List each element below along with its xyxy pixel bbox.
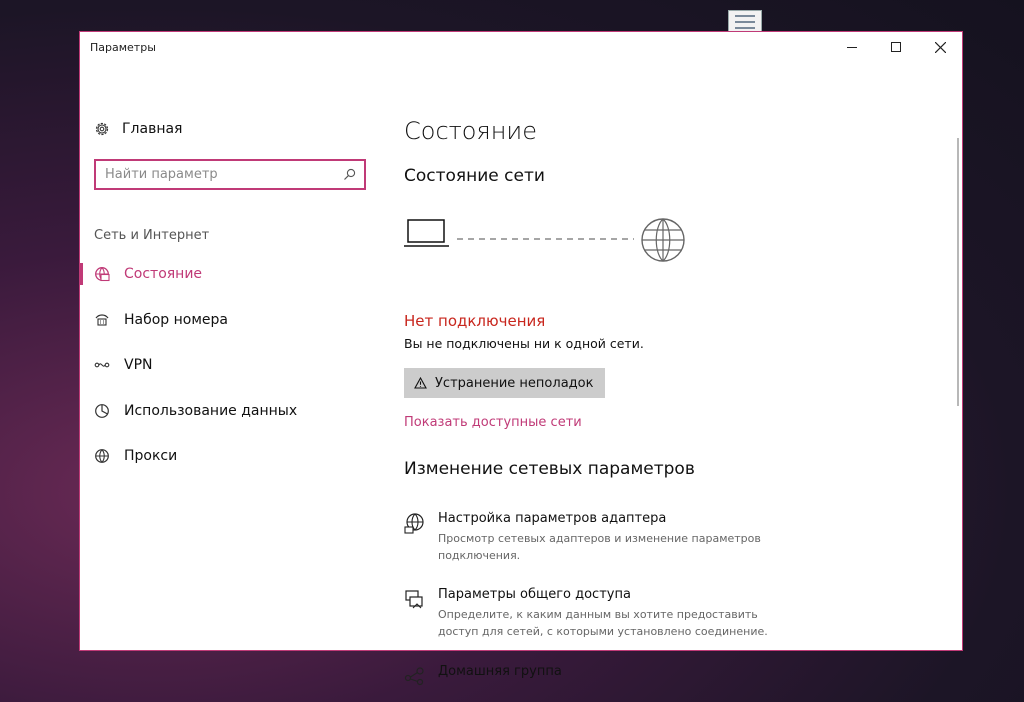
sidebar-item-label: Прокси — [124, 448, 178, 464]
close-icon — [934, 41, 946, 53]
sidebar-item-proxy[interactable]: Прокси — [80, 441, 380, 471]
scrollbar[interactable] — [957, 138, 959, 406]
page-title: Состояние — [404, 117, 537, 145]
desktop-document-icon[interactable] — [728, 10, 762, 34]
troubleshoot-button[interactable]: Устранение неполадок — [404, 368, 606, 398]
internet-globe-icon — [641, 218, 685, 262]
settings-window: Параметры Главная Найти параметр Сеть и … — [79, 31, 963, 686]
network-status-heading: Состояние сети — [404, 166, 545, 186]
vpn-icon — [94, 362, 110, 368]
show-networks-link[interactable]: Показать доступные сети — [404, 415, 582, 430]
gear-icon — [95, 122, 109, 136]
setting-title: Настройка параметров адаптера — [438, 511, 667, 526]
search-icon — [344, 168, 356, 180]
adapter-globe-icon — [404, 513, 424, 534]
laptop-icon — [404, 219, 449, 247]
sidebar-item-label: Набор номера — [124, 312, 229, 328]
nav-home[interactable]: Главная — [94, 121, 182, 137]
sidebar: Главная Найти параметр Сеть и Интернет С… — [80, 62, 380, 650]
warning-icon — [414, 377, 427, 389]
globe-icon — [95, 449, 109, 463]
section-label: Сеть и Интернет — [94, 228, 210, 243]
network-status-icon — [95, 267, 110, 282]
maximize-icon — [891, 42, 901, 52]
dialup-icon — [95, 314, 109, 326]
setting-description: Просмотр сетевых адаптеров и изменение п… — [438, 532, 761, 562]
title-bar[interactable]: Параметры — [80, 32, 962, 62]
active-indicator — [80, 263, 83, 285]
window-title: Параметры — [90, 41, 156, 54]
minimize-icon — [847, 46, 857, 48]
sidebar-item-status[interactable]: Состояние — [80, 259, 380, 289]
search-placeholder: Найти параметр — [105, 167, 218, 182]
network-diagram — [404, 218, 685, 262]
sidebar-item-data-usage[interactable]: Использование данных — [80, 396, 380, 426]
nav-home-label: Главная — [122, 121, 183, 137]
minimize-button[interactable] — [830, 32, 874, 62]
search-input[interactable]: Найти параметр — [94, 159, 366, 190]
main-content: Состояние Состояние сети Нет подключения… — [404, 62, 942, 686]
sidebar-item-dialup[interactable]: Набор номера — [80, 305, 380, 335]
sharing-icon — [405, 590, 423, 609]
troubleshoot-label: Устранение неполадок — [435, 375, 594, 391]
sidebar-item-label: Использование данных — [124, 403, 298, 419]
change-settings-heading: Изменение сетевых параметров — [404, 459, 695, 479]
setting-title: Домашняя группа — [438, 664, 562, 679]
sidebar-item-label: Состояние — [124, 266, 203, 282]
data-usage-icon — [95, 404, 109, 418]
homegroup-icon — [404, 667, 424, 686]
sidebar-item-vpn[interactable]: VPN — [80, 350, 380, 380]
no-connection-description: Вы не подключены ни к одной сети. — [404, 336, 644, 351]
no-connection-status: Нет подключения — [404, 312, 546, 330]
maximize-button[interactable] — [874, 32, 918, 62]
close-button[interactable] — [918, 32, 962, 62]
sidebar-item-label: VPN — [124, 357, 153, 373]
setting-title: Параметры общего доступа — [438, 587, 631, 602]
setting-description: Определите, к каким данным вы хотите пре… — [438, 608, 768, 638]
